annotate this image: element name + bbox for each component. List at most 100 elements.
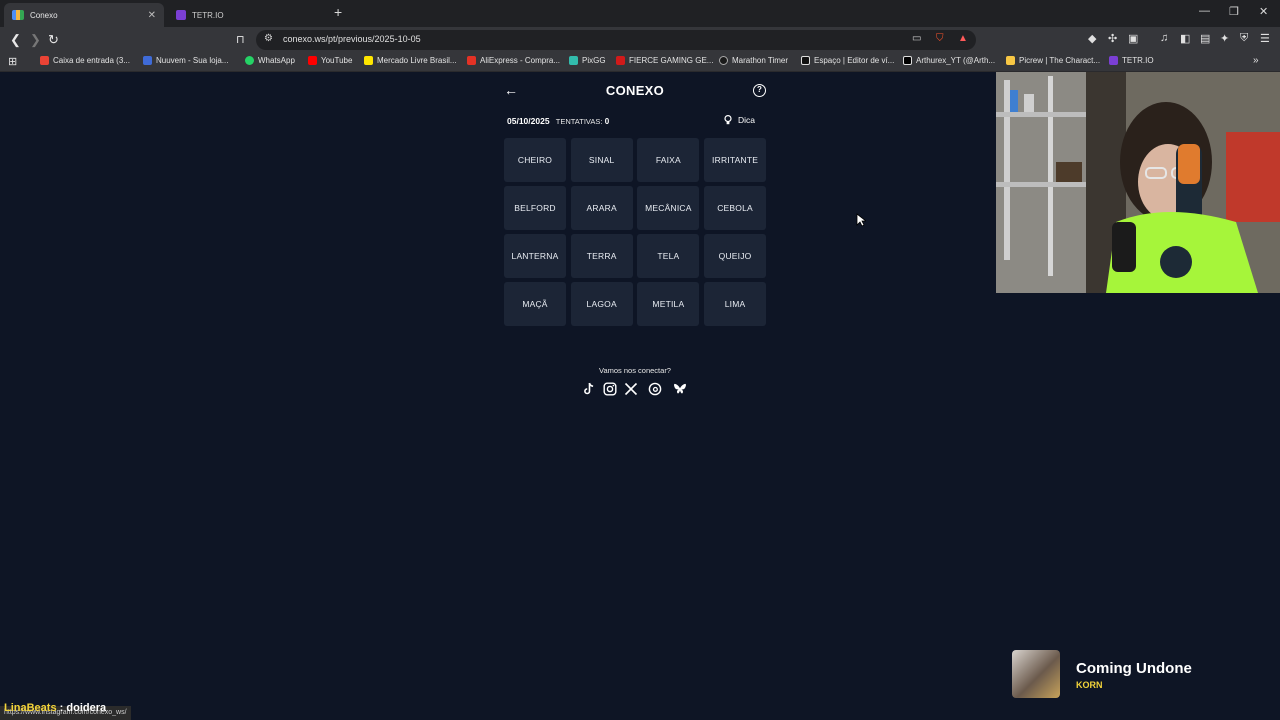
word-tile[interactable]: MECÂNICA: [637, 186, 700, 230]
help-icon[interactable]: ?: [753, 84, 766, 97]
close-tab-icon[interactable]: ✕: [148, 10, 156, 21]
vpn-icon[interactable]: ⛨: [1240, 32, 1248, 45]
word-tile[interactable]: METILA: [637, 282, 700, 326]
new-tab-button[interactable]: +: [334, 4, 342, 20]
gmail-icon: [40, 56, 49, 65]
bluesky-icon[interactable]: [673, 382, 687, 396]
tiktok-icon[interactable]: [582, 382, 596, 396]
apps-grid-icon[interactable]: ⊞: [8, 55, 17, 68]
puzzle-icon[interactable]: ✣: [1108, 32, 1117, 45]
mercado-livre-icon: [364, 56, 373, 65]
music-icon[interactable]: ♫: [1160, 32, 1168, 44]
word-tile[interactable]: ARARA: [570, 186, 633, 230]
bookmark-page-icon[interactable]: ⊓: [236, 33, 245, 46]
reload-icon[interactable]: ↻: [48, 32, 59, 48]
word-tile[interactable]: LANTERNA: [504, 234, 566, 278]
wallet-icon[interactable]: ▤: [1200, 32, 1210, 45]
bookmark-pixgg[interactable]: PixGG: [569, 56, 606, 65]
brave-rewards-icon[interactable]: ▲: [958, 33, 968, 44]
back-nav-icon[interactable]: ❮: [10, 32, 21, 48]
leo-ai-icon[interactable]: ✦: [1220, 32, 1229, 45]
mouse-cursor-icon: [856, 213, 866, 227]
bookmark-gmail[interactable]: Caixa de entrada (3...: [40, 56, 130, 65]
bookmark-arthurex-x[interactable]: Arthurex_YT (@Arth...: [903, 56, 995, 65]
menu-icon[interactable]: ☰: [1260, 32, 1270, 45]
screenshot-icon[interactable]: ▣: [1128, 32, 1138, 45]
minimize-icon[interactable]: —: [1199, 5, 1210, 17]
word-tile[interactable]: LAGOA: [570, 282, 633, 326]
bookmark-mercado-livre[interactable]: Mercado Livre Brasil...: [364, 56, 457, 65]
word-tile[interactable]: LIMA: [704, 282, 767, 326]
song-artist: KORN: [1076, 680, 1103, 690]
tab-conexo[interactable]: Conexo ✕: [4, 3, 164, 27]
webcam-image: [996, 72, 1280, 293]
bookmark-fierce-gaming[interactable]: FIERCE GAMING GE...: [616, 56, 713, 65]
word-tile[interactable]: QUEIJO: [704, 234, 767, 278]
attempts-value: 0: [604, 117, 610, 126]
bookmark-tetrio[interactable]: TETR.IO: [1109, 56, 1154, 65]
hint-label: Dica: [737, 115, 755, 125]
bookmark-whatsapp[interactable]: WhatsApp: [245, 56, 295, 65]
social-links: [582, 382, 692, 396]
address-bar[interactable]: ⚙ conexo.ws/pt/previous/2025-10-05 ▭ ⛉ ▲: [256, 30, 976, 50]
word-tile[interactable]: CHEIRO: [504, 138, 566, 182]
sidebar-icon[interactable]: ◧: [1180, 32, 1190, 45]
tab-title: Conexo: [30, 10, 58, 20]
timer-icon: [719, 56, 728, 65]
game-date: 05/10/2025: [507, 116, 550, 126]
url-text: conexo.ws/pt/previous/2025-10-05: [283, 34, 421, 44]
social-title: Vamos nos conectar?: [599, 366, 671, 375]
conexo-favicon: [12, 10, 24, 20]
word-tile[interactable]: FAIXA: [637, 138, 700, 182]
word-tile[interactable]: CEBOLA: [704, 186, 767, 230]
brave-shields-icon[interactable]: ⛉: [936, 33, 944, 44]
bookmark-nuuvem[interactable]: Nuuvem - Sua loja...: [143, 56, 228, 65]
bookmark-espaco-editor[interactable]: Espaço | Editor de ví...: [801, 56, 894, 65]
youtube-icon: [308, 56, 317, 65]
word-grid: CHEIRO SINAL FAIXA IRRITANTE BELFORD ARA…: [504, 138, 767, 326]
bookmark-aliexpress[interactable]: AliExpress - Compra...: [467, 56, 560, 65]
word-tile[interactable]: TELA: [637, 234, 700, 278]
x-logo-icon: [903, 56, 912, 65]
game-info-bar: 05/10/2025 TENTATIVAS: 0 Dica: [507, 115, 765, 128]
tab-title: TETR.IO: [192, 10, 224, 20]
forward-nav-icon[interactable]: ❯: [30, 32, 41, 48]
chat-separator: :: [59, 702, 64, 714]
chat-username: LinaBeats: [4, 702, 57, 714]
bookmark-youtube[interactable]: YouTube: [308, 56, 352, 65]
cast-icon[interactable]: ▭: [912, 33, 921, 44]
bookmark-picrew[interactable]: Picrew | The Charact...: [1006, 56, 1100, 65]
tab-bar: Conexo ✕ TETR.IO + — ❐ ✕: [0, 0, 1280, 27]
word-tile[interactable]: SINAL: [570, 138, 633, 182]
more-bookmarks-icon[interactable]: »: [1253, 55, 1259, 66]
hint-button[interactable]: Dica: [724, 115, 755, 125]
whatsapp-icon: [245, 56, 254, 65]
tetrio-icon: [1109, 56, 1118, 65]
chat-text: doidera: [66, 702, 107, 714]
chat-message: LinaBeats : doidera: [4, 702, 106, 714]
word-tile[interactable]: TERRA: [570, 234, 633, 278]
attempts-label: TENTATIVAS:: [555, 117, 603, 126]
pixgg-icon: [569, 56, 578, 65]
word-tile[interactable]: MAÇÃ: [504, 282, 566, 326]
now-playing-widget: Coming Undone KORN: [1012, 650, 1272, 700]
extension-icon[interactable]: ◆: [1088, 32, 1096, 45]
lightbulb-icon: [724, 115, 732, 125]
tab-tetrio[interactable]: TETR.IO: [168, 3, 328, 27]
close-window-icon[interactable]: ✕: [1259, 5, 1268, 18]
restore-icon[interactable]: ❐: [1229, 5, 1239, 18]
capcut-icon: [801, 56, 810, 65]
bookmark-marathon-timer[interactable]: Marathon Timer: [719, 56, 788, 65]
aliexpress-icon: [467, 56, 476, 65]
webcam-feed: [996, 72, 1280, 293]
threads-icon[interactable]: [648, 382, 662, 396]
picrew-icon: [1006, 56, 1015, 65]
word-tile[interactable]: BELFORD: [504, 186, 566, 230]
nuuvem-icon: [143, 56, 152, 65]
site-info-icon[interactable]: ⚙: [264, 33, 273, 44]
fierce-gaming-icon: [616, 56, 625, 65]
x-icon[interactable]: [624, 382, 638, 396]
word-tile[interactable]: IRRITANTE: [704, 138, 767, 182]
game-header: ← CONEXO ?: [500, 82, 770, 100]
instagram-icon[interactable]: [603, 382, 617, 396]
